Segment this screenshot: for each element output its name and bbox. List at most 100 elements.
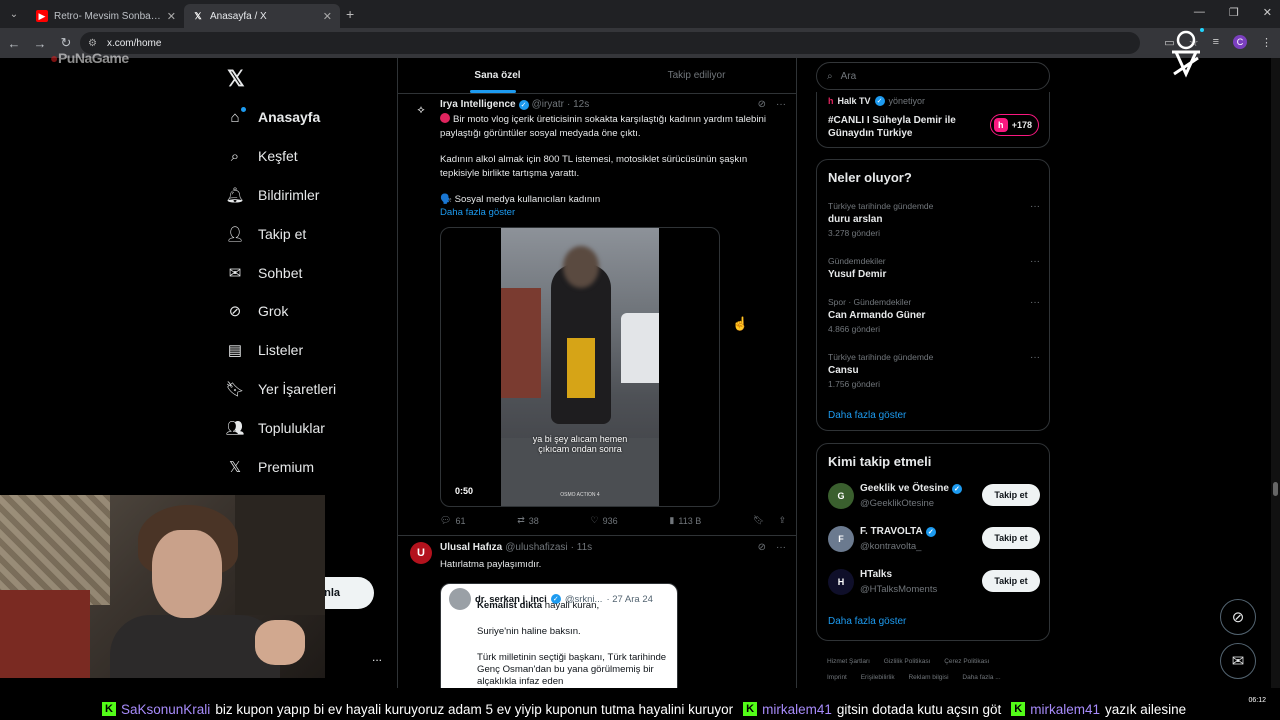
trend-item[interactable]: Spor · Gündemdekiler Can Armando Güner 4… — [828, 297, 1040, 334]
show-more-link[interactable]: Daha fazla göster — [440, 207, 515, 218]
tab-for-you[interactable]: Sana özel — [398, 58, 597, 93]
footer-link[interactable]: Imprint — [827, 674, 847, 681]
trend-item[interactable]: Türkiye tarihinde gündemde Cansu 1.756 g… — [828, 352, 1040, 389]
follow-suggestion[interactable]: G Geeklik ve Ötesine ✓ @GeeklikOtesine Ta… — [828, 481, 1040, 513]
post-time[interactable]: · 12s — [567, 99, 589, 110]
trend-more-icon[interactable]: ··· — [1030, 201, 1040, 212]
messages-fab[interactable]: ✉ — [1220, 643, 1256, 679]
trend-category: Türkiye tarihinde gündemde — [828, 201, 934, 211]
trend-more-icon[interactable]: ··· — [1030, 352, 1040, 363]
footer-link[interactable]: Hizmet Şartları — [827, 658, 870, 665]
follow-suggestion[interactable]: H HTalks @HTalksMoments Takip et — [828, 567, 1040, 599]
views-button[interactable]: ▮ 113 B — [669, 515, 701, 526]
video-player[interactable]: ya bi şey alıcam hemen çıkıcam ondan son… — [440, 227, 720, 507]
close-tab-icon[interactable]: ✕ — [323, 10, 332, 23]
nav-item-notifications[interactable]: 🔔︎ Bildirimler — [225, 186, 319, 204]
reload-icon[interactable]: ↻ — [54, 35, 78, 51]
trend-more-icon[interactable]: ··· — [1030, 297, 1040, 308]
trends-card: Neler oluyor? Türkiye tarihinde gündemde… — [816, 159, 1050, 431]
nav-item-follow[interactable]: 👤︎ Takip et — [225, 225, 307, 243]
scrollbar-thumb[interactable] — [1273, 482, 1278, 496]
chat-username: mirkalem41 — [1030, 701, 1101, 717]
avatar[interactable]: U — [410, 542, 432, 564]
post-header: Ulusal Hafıza @ulushafizasi · 11s — [440, 542, 592, 553]
repost-count: 38 — [528, 515, 539, 526]
footer-link[interactable]: Reklam bilgisi — [908, 674, 948, 681]
search-input[interactable]: ⌕ Ara — [816, 62, 1050, 90]
video-watermark: OSMO ACTION 4 — [560, 492, 600, 498]
tab-following[interactable]: Takip ediliyor — [597, 58, 796, 93]
author-handle[interactable]: @ulushafizasi — [505, 542, 567, 553]
grok-explain-icon[interactable]: ⊘ — [758, 542, 766, 553]
account-more-icon[interactable]: ... — [372, 650, 382, 664]
search-icon: ⌕ — [827, 70, 833, 82]
reply-button[interactable]: 💬︎ 61 — [440, 515, 465, 526]
who-show-more-link[interactable]: Daha fazla göster — [828, 616, 906, 627]
live-title: #CANLI I Süheyla Demir ile Günaydın Türk… — [828, 115, 956, 139]
nav-item-home[interactable]: ⌂ Anasayfa — [226, 107, 320, 126]
follow-button[interactable]: Takip et — [982, 570, 1040, 592]
tab-search-icon[interactable]: ⌄ — [0, 0, 28, 28]
author-name[interactable]: Irya Intelligence — [440, 99, 516, 110]
nav-item-premium[interactable]: 𝕏 Premium — [226, 458, 314, 476]
post-ulusal-hafiza[interactable]: U Ulusal Hafıza @ulushafizasi · 11s ⊘ ··… — [398, 538, 796, 688]
post-more-icon[interactable]: ··· — [776, 542, 786, 553]
follow-suggestion[interactable]: F F. TRAVOLTA ✓ @kontravolta_ Takip et — [828, 524, 1040, 556]
nav-label: Keşfet — [258, 148, 298, 164]
new-tab-icon[interactable]: + — [346, 6, 354, 22]
brand-text: PuNaGame — [57, 50, 129, 66]
repost-button[interactable]: ⇄ 38 — [517, 515, 539, 526]
footer-link[interactable]: Erişilebilirlik — [861, 674, 895, 681]
trend-more-icon[interactable]: ··· — [1030, 256, 1040, 267]
nav-item-communities[interactable]: 👥︎ Topluluklar — [225, 419, 324, 437]
nav-label: Takip et — [258, 226, 307, 242]
reading-list-icon[interactable]: ≡ — [1213, 36, 1219, 48]
video-frame: ya bi şey alıcam hemen çıkıcam ondan son… — [501, 228, 659, 506]
nav-item-chat[interactable]: ✉ Sohbet — [226, 264, 303, 282]
x-logo-icon[interactable]: 𝕏 — [227, 66, 245, 92]
x-logo-icon: 𝕏 — [194, 10, 202, 21]
trend-item[interactable]: Gündemdekiler Yusuf Demir ··· — [828, 256, 1040, 280]
site-info-icon[interactable]: ⚙ — [88, 38, 97, 49]
close-window-icon[interactable]: ✕ — [1263, 6, 1272, 19]
bookmark-icon[interactable]: 🔖︎ — [753, 515, 764, 526]
post-more-icon[interactable]: ··· — [776, 99, 786, 110]
forward-icon[interactable]: → — [28, 36, 52, 51]
grok-explain-icon[interactable]: ⊘ — [758, 99, 766, 110]
minimize-icon[interactable]: — — [1194, 6, 1205, 19]
nav-item-bookmarks[interactable]: 🔖︎ Yer İşaretleri — [225, 380, 336, 398]
grok-fab[interactable]: ⊘ — [1220, 599, 1256, 635]
follow-button[interactable]: Takip et — [982, 527, 1040, 549]
live-broadcast-card[interactable]: h Halk TV ✓ yönetiyor #CANLI I Süheyla D… — [816, 92, 1050, 148]
like-button[interactable]: ♡ 936 — [591, 515, 618, 526]
author-name[interactable]: Ulusal Hafıza — [440, 542, 502, 553]
back-icon[interactable]: ← — [2, 36, 26, 51]
address-bar[interactable]: ⚙ x.com/home — [80, 32, 1140, 54]
avatar[interactable]: ⟡ — [410, 99, 432, 121]
author-handle[interactable]: @iryatr — [532, 99, 564, 110]
subtitle-line: çıkıcam ondan sonra — [538, 444, 622, 454]
profile-avatar[interactable]: C — [1233, 35, 1247, 49]
maximize-icon[interactable]: ❐ — [1229, 6, 1239, 19]
browser-tab-youtube[interactable]: ▶ Retro- Mevsim Sonbahar X MV ✕ — [28, 4, 184, 28]
footer-link[interactable]: Çerez Politikası — [944, 658, 989, 665]
share-icon[interactable]: ⇪ — [778, 515, 786, 526]
post-time[interactable]: · 11s — [571, 542, 593, 553]
follow-button[interactable]: Takip et — [982, 484, 1040, 506]
communities-icon: 👥︎ — [225, 420, 245, 437]
nav-item-grok[interactable]: ⊘ Grok — [226, 302, 289, 320]
page-scrollbar[interactable] — [1271, 58, 1280, 688]
kick-icon: K — [102, 702, 116, 716]
footer-link[interactable]: Daha fazla ... — [962, 674, 1000, 681]
close-tab-icon[interactable]: ✕ — [167, 10, 176, 23]
nav-item-lists[interactable]: ▤ Listeler — [226, 341, 303, 359]
live-listeners-badge[interactable]: h +178 — [989, 114, 1039, 136]
footer-link[interactable]: Gizlilik Politikası — [884, 658, 931, 665]
trend-item[interactable]: Türkiye tarihinde gündemde duru arslan 3… — [828, 201, 1040, 238]
trend-name: Cansu — [828, 365, 859, 376]
menu-kebab-icon[interactable]: ⋮ — [1261, 36, 1272, 49]
nav-item-explore[interactable]: ⌕ Keşfet — [226, 147, 298, 165]
quoted-post[interactable]: dr. serkan j. inci ✓ @srkni... · 27 Ara … — [440, 583, 678, 688]
browser-tab-x[interactable]: 𝕏 Anasayfa / X ✕ — [184, 4, 340, 28]
trends-show-more-link[interactable]: Daha fazla göster — [828, 410, 906, 421]
